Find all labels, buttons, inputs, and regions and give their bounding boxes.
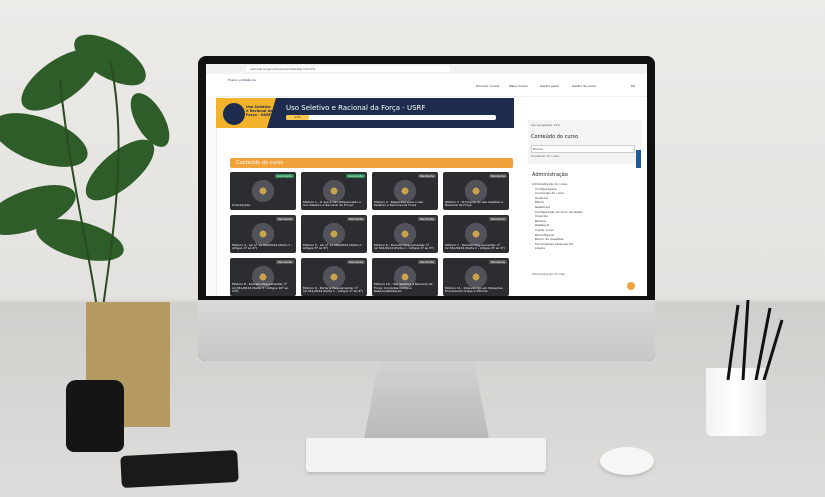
course-card[interactable]: Concluído Orientações (230, 172, 296, 210)
nav-link-my-courses[interactable]: Meus cursos (509, 84, 528, 88)
progress-text: Seu progresso 11% (531, 123, 561, 127)
card-title: Módulo 10 - Uso Seletivo e Racional da F… (374, 282, 433, 294)
nav-link-browse-courses[interactable]: Procurar cursos (476, 84, 499, 88)
card-title: Módulo 7 - Decreto Regulamentar nº 12.34… (445, 242, 505, 251)
status-badge: Pendente (417, 217, 436, 221)
address-bar[interactable]: ead.sdp.mj.gov.br/course/view.php?id=174 (246, 66, 450, 72)
card-title: Módulo 8 - Decreto Regulamentar nº 12.34… (232, 282, 289, 294)
status-badge: Pendente (417, 174, 436, 178)
site-admin-link[interactable]: Administração do site (532, 272, 565, 276)
status-badge: Pendente (488, 174, 507, 178)
status-badge: Concluído (346, 174, 365, 178)
course-card[interactable]: Pendente Módulo 5 - Lei nº 13.060/2014 (P… (301, 215, 367, 253)
card-title: Módulo 3 - Princípios do Uso Seletivo e … (445, 199, 504, 208)
status-badge: Pendente (346, 260, 365, 264)
progress-box: Seu progresso 11% Conteúdo do curso Busc… (528, 120, 641, 164)
status-badge: Pendente (275, 217, 294, 221)
card-title: Módulo 5 - Lei nº 13.060/2014 (Parte 2 -… (303, 242, 364, 251)
course-title: Uso Seletivo e Racional da Força - USRF (286, 104, 426, 112)
card-title: Módulo 1 - O que é Uso Diferenciado e Us… (303, 199, 361, 208)
course-card[interactable]: Pendente Módulo 10 - Uso Seletivo e Racio… (372, 258, 438, 296)
section-header[interactable]: Conteúdo do curso (230, 158, 513, 168)
status-badge: Concluído (275, 174, 294, 178)
course-card[interactable]: Concluído Módulo 1 - O que é Uso Diferenc… (301, 172, 367, 210)
keyboard (306, 438, 546, 472)
admin-title: Administração (532, 172, 568, 178)
card-title: Módulo 2 - Requisitos para o Uso Seletiv… (374, 199, 424, 208)
admin-tree: Administração do curso Configurações Concl… (532, 182, 582, 251)
nav-link-general-manager[interactable]: Gestor geral (540, 84, 559, 88)
card-title: Módulo 4 - Lei nº 13.060/2014 (Parte 1 -… (232, 242, 293, 251)
course-card[interactable]: Pendente Módulo 7 - Decreto Regulamentar … (443, 215, 509, 253)
status-badge: Pendente (417, 260, 436, 264)
card-title: Módulo 9 - Portaria Regulamentar nº 12.3… (303, 285, 363, 294)
course-card[interactable]: Pendente Módulo 8 - Decreto Regulamentar … (230, 258, 296, 296)
right-panel: Seu progresso 11% Conteúdo do curso Busc… (528, 120, 641, 292)
apple-logo-icon (418, 322, 434, 340)
admin-item[interactable]: Lixeira (532, 246, 582, 251)
course-card[interactable]: Pendente Módulo 2 - Requisitos para o Uso… (372, 172, 438, 210)
pens-illustration (726, 300, 784, 380)
side-tab[interactable] (636, 150, 641, 168)
progress-fill: 11% (286, 115, 310, 120)
seal-icon (250, 178, 276, 204)
progress-track (286, 115, 496, 120)
hero-course-short: Uso Seletivo e Racional da Força - USRF (246, 105, 273, 117)
course-card[interactable]: Pendente Módulo 9 - Portaria Regulamentar… (301, 258, 367, 296)
user-avatar[interactable]: PU (631, 84, 635, 88)
monitor-stand (364, 361, 489, 439)
course-card[interactable]: Pendente Módulo 11 - Intervenção em Situa… (443, 258, 509, 296)
search-input[interactable]: Buscar (531, 145, 635, 153)
status-badge: Pendente (488, 260, 507, 264)
course-content-item[interactable]: Conteúdo do curso (531, 154, 559, 158)
course-content-title: Conteúdo do curso (531, 134, 579, 140)
mouse (600, 447, 654, 475)
decorative-vase (66, 380, 124, 452)
scene: ead.sdp.mj.gov.br/course/view.php?id=174… (0, 0, 825, 497)
course-seal-icon (221, 101, 247, 127)
card-title: Módulo 11 - Intervenção em Situações Env… (445, 285, 503, 294)
smartphone (120, 449, 239, 489)
site-logo[interactable]: Ensino a Distância (228, 78, 258, 92)
status-badge: Pendente (488, 217, 507, 221)
card-title: Módulo 6 - Decreto Regulamentar nº 12.34… (374, 242, 434, 251)
status-badge: Pendente (275, 260, 294, 264)
help-button[interactable] (627, 282, 635, 290)
course-card[interactable]: Pendente Módulo 4 - Lei nº 13.060/2014 (P… (230, 215, 296, 253)
card-title: Orientações (232, 203, 251, 208)
nav-link-course-manager[interactable]: Gestor de curso (572, 84, 596, 88)
status-badge: Pendente (346, 217, 365, 221)
course-card[interactable]: Pendente Módulo 6 - Decreto Regulamentar … (372, 215, 438, 253)
browser-screen: ead.sdp.mj.gov.br/course/view.php?id=174… (206, 64, 647, 296)
course-card[interactable]: Pendente Módulo 3 - Princípios do Uso Sel… (443, 172, 509, 210)
